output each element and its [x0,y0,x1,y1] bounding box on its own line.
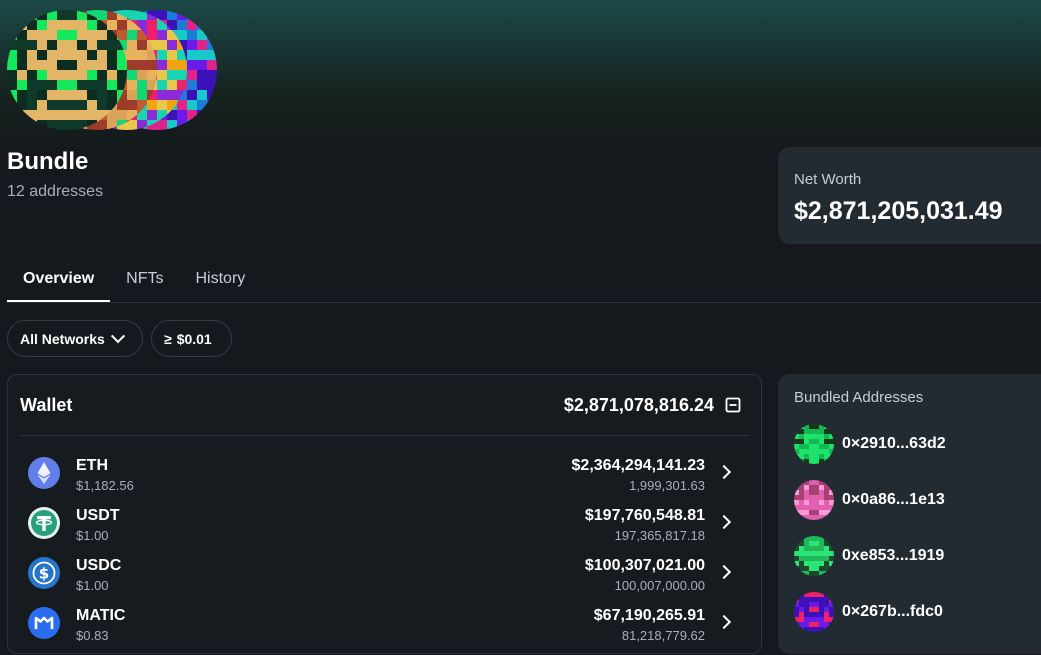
token-symbol: USDT [76,507,120,524]
address-text: 0×2910...63d2 [842,435,946,452]
tab-nfts[interactable]: NFTs [110,262,179,302]
token-price: $1,182.56 [76,478,134,493]
network-filter-button[interactable]: All Networks [7,320,143,357]
collapse-icon[interactable] [725,397,741,413]
min-value-label: $0.01 [176,330,212,347]
eth-icon [28,457,60,489]
bundle-avatar-stack [7,10,237,132]
address-item[interactable]: 0×2910...63d2 [794,424,1041,464]
chevron-right-icon [716,614,732,630]
address-text: 0×267b...fdc0 [842,603,943,620]
tab-overview[interactable]: Overview [7,262,111,303]
token-value: $67,190,265.91 [593,607,705,624]
token-value: $100,307,021.00 [584,557,705,574]
wallet-total: $2,871,078,816.24 [563,395,714,415]
net-worth-value: $2,871,205,031.49 [794,197,1003,225]
token-price: $1.00 [76,578,109,593]
address-item[interactable]: 0xe853...1919 [794,536,1041,576]
token-symbol: USDC [76,557,122,574]
address-text: 0xe853...1919 [842,547,945,564]
address-text: 0×0a86...1e13 [842,491,945,508]
token-row-usdt[interactable]: USDT $1.00 $197,760,548.81 197,365,817.1… [20,505,749,555]
token-row-usdc[interactable]: $ USDC $1.00 $100,307,021.00 100,007,000… [20,555,749,605]
address-item[interactable]: 0×267b...fdc0 [794,592,1041,632]
greater-equal-icon: ≥ [164,330,172,347]
min-value-filter-button[interactable]: ≥ $0.01 [151,320,232,357]
net-worth-label: Net Worth [794,171,862,188]
token-price: $1.00 [76,528,109,543]
tab-bar: Overview NFTs History [7,262,261,303]
address-avatar [794,592,834,632]
wallet-title: Wallet [20,395,73,415]
network-filter-label: All Networks [20,330,105,347]
address-avatar [794,536,834,576]
token-amount: 197,365,817.18 [614,528,705,543]
net-worth-card: Net Worth $2,871,205,031.49 [778,147,1041,244]
chevron-down-icon [110,328,125,343]
token-row-matic[interactable]: MATIC $0.83 $67,190,265.91 81,218,779.62 [20,605,749,655]
address-count: 12 addresses [7,183,104,200]
chevron-right-icon [716,514,732,530]
avatar-0 [7,10,127,130]
token-row-eth[interactable]: ETH $1,182.56 $2,364,294,141.23 1,999,30… [20,455,749,505]
address-item[interactable]: 0×0a86...1e13 [794,480,1041,520]
token-value: $2,364,294,141.23 [571,457,705,474]
usdt-icon [28,507,60,539]
token-symbol: ETH [76,457,108,474]
address-avatar [794,480,834,520]
chevron-right-icon [716,564,732,580]
wallet-card: Wallet $2,871,078,816.24 ETH $1,182.56 $… [7,374,762,654]
usdc-icon: $ [28,557,60,589]
matic-icon [28,607,60,639]
token-value: $197,760,548.81 [584,507,705,524]
tab-divider [7,302,1041,303]
token-symbol: MATIC [76,607,126,624]
bundled-addresses-title: Bundled Addresses [794,389,924,406]
tab-history[interactable]: History [179,262,261,302]
address-avatar [794,424,834,464]
token-amount: 1,999,301.63 [629,478,705,493]
svg-text:$: $ [39,565,49,583]
token-amount: 100,007,000.00 [614,578,705,593]
chevron-right-icon [716,464,732,480]
page-title: Bundle [7,148,89,175]
wallet-divider [20,435,749,436]
bundled-addresses-card: Bundled Addresses 0×2910...63d2 0×0a86..… [778,374,1041,654]
